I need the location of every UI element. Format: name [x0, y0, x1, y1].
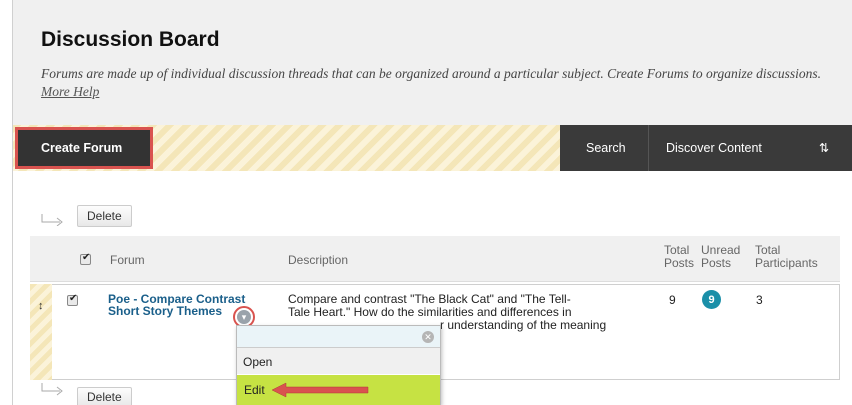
clear-icon[interactable]: ✕: [422, 331, 434, 343]
page-description: Forums are made up of individual discuss…: [41, 65, 841, 101]
column-total-posts: Total Posts: [664, 244, 694, 270]
column-description: Description: [288, 253, 349, 267]
red-pointer-arrow-icon: [271, 382, 369, 398]
action-bar: Create Forum Search Discover Content ⇅: [13, 125, 852, 171]
page-description-text: Forums are made up of individual discuss…: [41, 66, 821, 81]
page-title: Discussion Board: [41, 28, 220, 51]
menu-item-open[interactable]: Open: [237, 348, 440, 374]
page-header: Discussion Board Forums are made up of i…: [13, 0, 852, 125]
bulk-action-arrow-bottom-icon: [41, 383, 63, 396]
discover-content-button[interactable]: Discover Content: [649, 125, 809, 171]
row-drag-handle[interactable]: [30, 284, 52, 380]
column-unread-posts: Unread Posts: [701, 244, 740, 270]
column-forum[interactable]: Forum: [110, 254, 145, 267]
create-forum-button[interactable]: Create Forum: [15, 127, 153, 169]
sort-icon[interactable]: ⇅: [809, 125, 829, 171]
column-unread-posts-line2: Posts: [701, 256, 732, 270]
unread-posts-badge[interactable]: 9: [702, 290, 721, 309]
bulk-action-arrow-icon: [41, 214, 63, 226]
search-button[interactable]: Search: [560, 125, 649, 171]
menu-filter-input[interactable]: ✕: [237, 326, 440, 348]
more-help-link[interactable]: More Help: [41, 84, 99, 99]
column-participants: Total Participants: [755, 244, 818, 270]
participants-value: 3: [756, 293, 763, 307]
column-participants-line2: Participants: [755, 256, 818, 270]
select-all-checkbox[interactable]: [80, 252, 91, 265]
delete-button-bottom[interactable]: Delete: [77, 387, 132, 405]
column-total-posts-line2: Posts: [664, 256, 695, 270]
row-checkbox[interactable]: [67, 293, 78, 306]
chevron-down-icon: ▾: [237, 310, 251, 324]
total-posts-value: 9: [669, 293, 676, 307]
drag-updown-icon[interactable]: ↕: [38, 300, 44, 312]
action-bar-right: Search Discover Content ⇅: [560, 125, 852, 171]
delete-button-top[interactable]: Delete: [77, 205, 132, 227]
